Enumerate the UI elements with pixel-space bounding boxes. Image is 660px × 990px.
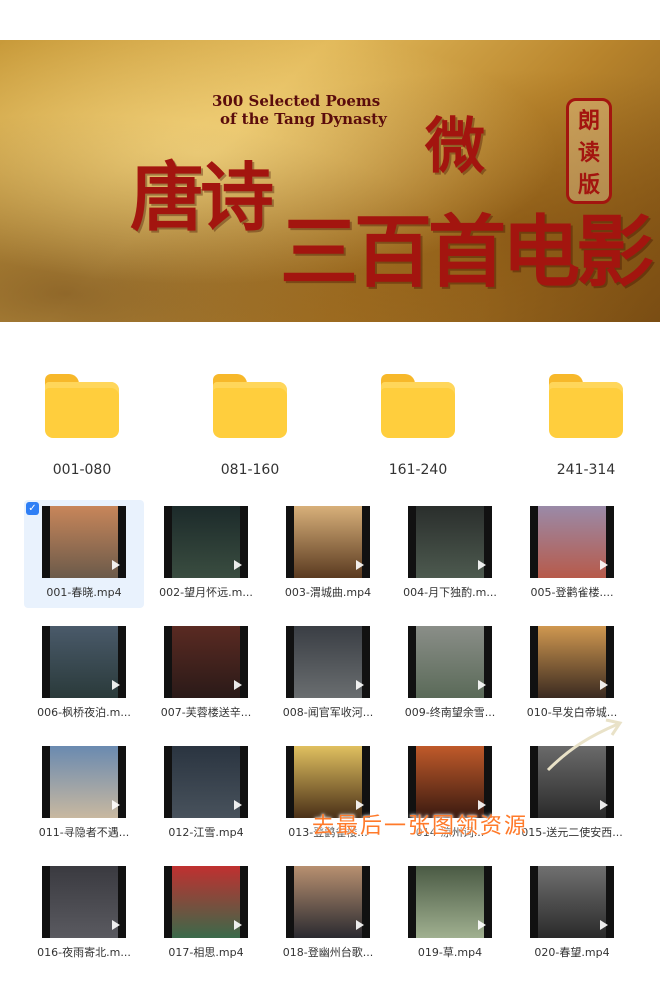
video-file-name: 004-月下独酌.m... — [403, 586, 497, 599]
video-file-item[interactable]: 018-登幽州台歌... — [268, 860, 388, 968]
video-file-item[interactable]: 017-相思.mp4 — [146, 860, 266, 968]
video-thumbnail — [286, 626, 370, 698]
video-file-item[interactable]: 005-登鹳雀楼.... — [512, 500, 632, 608]
video-thumbnail — [530, 866, 614, 938]
video-file-item[interactable]: ✓ 001-春晓.mp4 — [24, 500, 144, 608]
folder-icon — [213, 374, 287, 438]
video-thumbnail — [286, 866, 370, 938]
video-thumbnail — [42, 506, 126, 578]
video-file-item[interactable]: 003-渭城曲.mp4 — [268, 500, 388, 608]
banner-cn-title-part3: 微 — [425, 112, 485, 182]
video-thumbnail — [286, 506, 370, 578]
play-icon — [112, 800, 120, 810]
video-file-name: 001-春晓.mp4 — [46, 586, 122, 599]
video-thumbnail — [164, 746, 248, 818]
promo-overlay-text: 去最后一张图领资源 — [312, 814, 529, 839]
video-file-name: 003-渭城曲.mp4 — [284, 586, 372, 599]
video-file-item[interactable]: 006-枫桥夜泊.m... — [24, 620, 144, 728]
play-icon — [600, 560, 608, 570]
play-icon — [600, 680, 608, 690]
play-icon — [478, 680, 486, 690]
video-file-name: 006-枫桥夜泊.m... — [37, 706, 131, 719]
video-file-name: 005-登鹳雀楼.... — [530, 586, 614, 599]
folder-icon — [45, 374, 119, 438]
play-icon — [112, 560, 120, 570]
video-thumbnail — [530, 506, 614, 578]
folder-label: 161-240 — [388, 462, 448, 478]
banner-cn-title-part2: 三百首电影 — [280, 207, 654, 298]
reading-edition-seal: 朗读版 — [566, 98, 612, 204]
video-thumbnail — [530, 626, 614, 698]
video-file-name: 016-夜雨寄北.m... — [37, 946, 131, 959]
play-icon — [112, 920, 120, 930]
folder-label: 241-314 — [556, 462, 616, 478]
folder-row: 001-080 081-160 161-240 241-314 — [0, 370, 660, 480]
play-icon — [234, 560, 242, 570]
video-file-item[interactable]: 012-江雪.mp4 — [146, 740, 266, 848]
video-file-item[interactable]: 009-终南望余雪... — [390, 620, 510, 728]
play-icon — [234, 800, 242, 810]
folder-icon — [549, 374, 623, 438]
video-file-name: 017-相思.mp4 — [168, 946, 244, 959]
folder-item[interactable]: 161-240 — [358, 370, 478, 480]
video-file-name: 012-江雪.mp4 — [168, 826, 244, 839]
video-file-name: 019-草.mp4 — [417, 946, 483, 959]
play-icon — [112, 680, 120, 690]
video-file-name: 020-春望.mp4 — [534, 946, 610, 959]
play-icon — [356, 920, 364, 930]
play-icon — [478, 920, 486, 930]
folder-label: 081-160 — [220, 462, 280, 478]
folder-label: 001-080 — [52, 462, 112, 478]
video-file-name: 002-望月怀远.m... — [159, 586, 253, 599]
video-thumbnail — [42, 866, 126, 938]
video-file-item[interactable]: 011-寻隐者不遇... — [24, 740, 144, 848]
video-file-name: 008-闻官军收河... — [282, 706, 374, 719]
folder-item[interactable]: 001-080 — [22, 370, 142, 480]
folder-item[interactable]: 081-160 — [190, 370, 310, 480]
play-icon — [600, 920, 608, 930]
video-file-item[interactable]: 004-月下独酌.m... — [390, 500, 510, 608]
banner-en-line2: of the Tang Dynasty — [220, 110, 387, 128]
play-icon — [600, 800, 608, 810]
video-thumbnail — [164, 866, 248, 938]
folder-item[interactable]: 241-314 — [526, 370, 646, 480]
video-file-item[interactable]: 007-芙蓉楼送辛... — [146, 620, 266, 728]
banner-english-title: 300 Selected Poems of the Tang Dynasty — [212, 92, 387, 128]
video-file-name: 015-送元二使安西... — [521, 826, 623, 839]
play-icon — [356, 680, 364, 690]
cover-banner: 300 Selected Poems of the Tang Dynasty 唐… — [0, 40, 660, 322]
video-thumbnail — [408, 866, 492, 938]
folder-icon — [381, 374, 455, 438]
video-file-item[interactable]: 002-望月怀远.m... — [146, 500, 266, 608]
video-thumbnail — [164, 506, 248, 578]
play-icon — [356, 560, 364, 570]
video-file-item[interactable]: 020-春望.mp4 — [512, 860, 632, 968]
play-icon — [478, 560, 486, 570]
video-thumbnail — [408, 626, 492, 698]
video-file-name: 018-登幽州台歌... — [282, 946, 374, 959]
video-file-name: 011-寻隐者不遇... — [38, 826, 130, 839]
banner-cn-title-part1: 唐诗 — [130, 155, 274, 241]
curved-arrow-icon — [546, 718, 623, 772]
video-thumbnail — [42, 746, 126, 818]
file-browser-page: 300 Selected Poems of the Tang Dynasty 唐… — [0, 0, 660, 990]
video-file-name: 009-终南望余雪... — [404, 706, 496, 719]
video-thumbnail — [42, 626, 126, 698]
video-thumbnail — [164, 626, 248, 698]
banner-en-line1: 300 Selected Poems — [212, 92, 381, 110]
video-file-item[interactable]: 008-闻官军收河... — [268, 620, 388, 728]
video-file-item[interactable]: 016-夜雨寄北.m... — [24, 860, 144, 968]
video-thumbnail — [408, 506, 492, 578]
play-icon — [234, 920, 242, 930]
checkbox-checked-icon[interactable]: ✓ — [26, 502, 39, 515]
video-file-item[interactable]: 019-草.mp4 — [390, 860, 510, 968]
video-file-name: 007-芙蓉楼送辛... — [160, 706, 252, 719]
play-icon — [234, 680, 242, 690]
